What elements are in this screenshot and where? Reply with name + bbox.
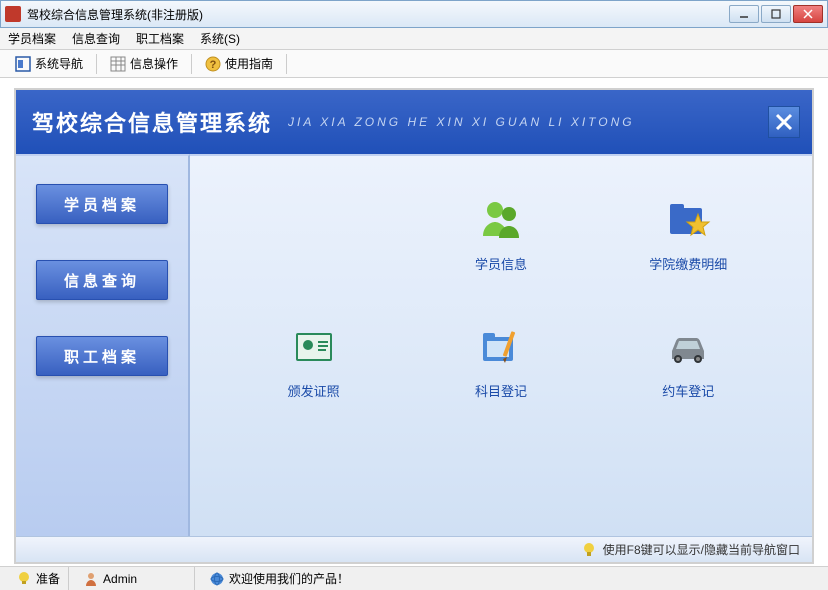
banner-subtitle: JIA XIA ZONG HE XIN XI GUAN LI XITONG — [288, 115, 635, 129]
grid-icon — [110, 56, 126, 72]
separator — [96, 54, 97, 74]
status-welcome: 欢迎使用我们的产品！ — [229, 570, 349, 587]
menu-staff-files[interactable]: 职工档案 — [136, 30, 184, 47]
main-area: 学员信息 学院缴费明细 颁发证照 — [190, 154, 812, 536]
app-label: 颁发证照 — [288, 381, 340, 400]
hint-bar: 使用F8键可以显示/隐藏当前导航窗口 — [16, 536, 812, 562]
sidebar: 学员档案 信息查询 职工档案 — [16, 154, 190, 536]
window-controls — [729, 5, 823, 23]
globe-icon — [209, 571, 225, 587]
toolbar-system-nav[interactable]: 系统导航 — [6, 52, 92, 75]
main-panel: 驾校综合信息管理系统 JIA XIA ZONG HE XIN XI GUAN L… — [14, 88, 814, 564]
app-car-booking[interactable]: 约车登记 — [628, 323, 748, 400]
help-icon: ? — [205, 56, 221, 72]
menu-student-files[interactable]: 学员档案 — [8, 30, 56, 47]
menu-system[interactable]: 系统(S) — [200, 30, 240, 47]
status-ready: 准备 — [36, 570, 60, 587]
separator — [191, 54, 192, 74]
separator — [286, 54, 287, 74]
user-icon — [83, 571, 99, 587]
menu-bar: 学员档案 信息查询 职工档案 系统(S) — [0, 28, 828, 50]
status-welcome-section: 欢迎使用我们的产品！ — [201, 567, 820, 590]
sidebar-info-query[interactable]: 信息查询 — [36, 260, 168, 300]
banner-title: 驾校综合信息管理系统 — [32, 106, 272, 138]
id-card-icon — [290, 323, 338, 371]
status-ready-section: 准备 — [8, 567, 69, 590]
banner: 驾校综合信息管理系统 JIA XIA ZONG HE XIN XI GUAN L… — [16, 90, 812, 154]
sidebar-student-files[interactable]: 学员档案 — [36, 184, 168, 224]
status-bar: 准备 Admin 欢迎使用我们的产品！ — [0, 566, 828, 590]
app-label: 学员信息 — [475, 254, 527, 273]
app-student-info[interactable]: 学员信息 — [441, 196, 561, 273]
bulb-icon — [16, 571, 32, 587]
app-icon — [5, 6, 21, 22]
maximize-button[interactable] — [761, 5, 791, 23]
people-icon — [477, 196, 525, 244]
toolbar-guide[interactable]: ? 使用指南 — [196, 52, 282, 75]
window-title: 驾校综合信息管理系统(非注册版) — [27, 6, 729, 23]
svg-text:?: ? — [210, 59, 217, 71]
minimize-button[interactable] — [729, 5, 759, 23]
car-icon — [664, 323, 712, 371]
toolbar-guide-label: 使用指南 — [225, 55, 273, 72]
menu-info-query[interactable]: 信息查询 — [72, 30, 120, 47]
nav-icon — [15, 56, 31, 72]
status-user: Admin — [103, 572, 137, 586]
toolbar-info-label: 信息操作 — [130, 55, 178, 72]
lightbulb-icon — [581, 542, 597, 558]
sidebar-staff-files[interactable]: 职工档案 — [36, 336, 168, 376]
app-label: 科目登记 — [475, 381, 527, 400]
close-button[interactable] — [793, 5, 823, 23]
status-user-section: Admin — [75, 567, 195, 590]
folder-pencil-icon — [477, 323, 525, 371]
close-icon — [774, 112, 794, 132]
hint-text: 使用F8键可以显示/隐藏当前导航窗口 — [603, 541, 800, 558]
toolbar-nav-label: 系统导航 — [35, 55, 83, 72]
window-titlebar: 驾校综合信息管理系统(非注册版) — [0, 0, 828, 28]
app-issue-license[interactable]: 颁发证照 — [254, 323, 374, 400]
app-fee-detail[interactable]: 学院缴费明细 — [628, 196, 748, 273]
toolbar-info-op[interactable]: 信息操作 — [101, 52, 187, 75]
banner-close-button[interactable] — [768, 106, 800, 138]
app-label: 学院缴费明细 — [649, 254, 727, 273]
toolbar: 系统导航 信息操作 ? 使用指南 — [0, 50, 828, 78]
app-subject-register[interactable]: 科目登记 — [441, 323, 561, 400]
folder-star-icon — [664, 196, 712, 244]
app-label: 约车登记 — [662, 381, 714, 400]
